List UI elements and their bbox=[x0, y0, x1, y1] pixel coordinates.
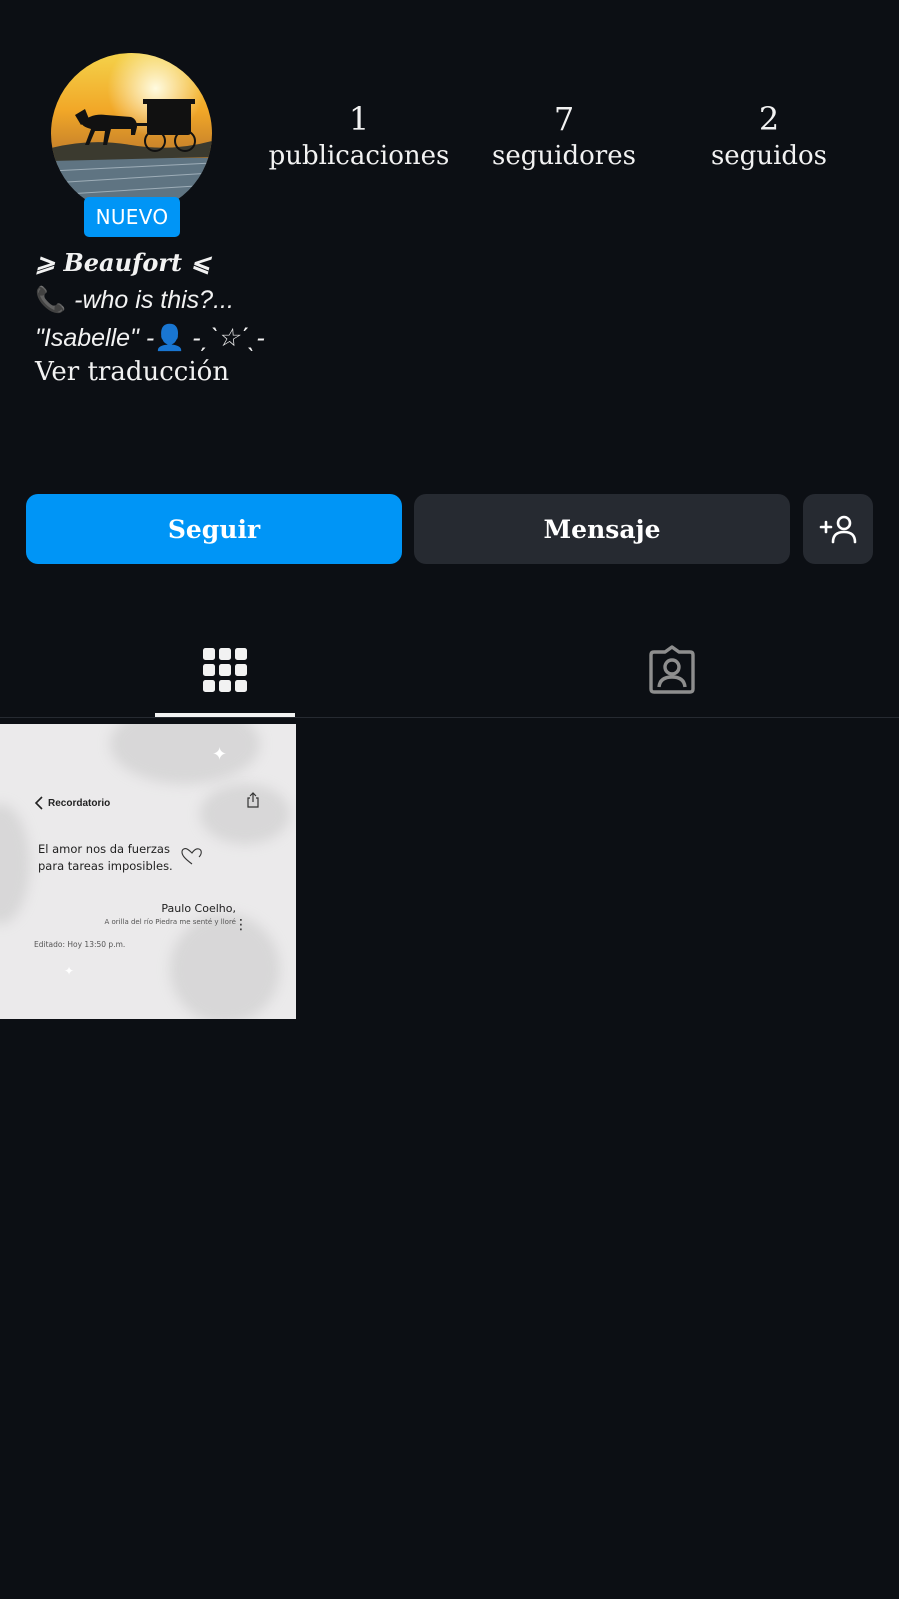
add-person-icon bbox=[819, 515, 857, 544]
tab-posts-grid[interactable] bbox=[155, 630, 295, 710]
tagged-person-icon bbox=[649, 645, 695, 694]
stat-posts-label: publicaciones bbox=[268, 141, 450, 171]
sparkle-icon: ✦ bbox=[212, 744, 228, 765]
person-icon: 👤 bbox=[154, 324, 186, 352]
phone-icon: 📞 bbox=[35, 286, 67, 314]
see-translation-link[interactable]: Ver traducción bbox=[35, 354, 229, 390]
post-edited: Editado: Hoy 13:50 p.m. bbox=[34, 940, 126, 949]
post-quote-line-2: para tareas imposibles. bbox=[38, 859, 173, 873]
stat-posts[interactable]: 1 publicaciones bbox=[264, 100, 454, 174]
profile-name: ⩾ 𝑩𝒆𝒂𝒖𝒇𝒐𝒓𝒕 ⩽ bbox=[35, 248, 211, 277]
suggested-people-button[interactable] bbox=[803, 494, 873, 564]
leaf-shadow bbox=[0, 804, 30, 924]
post-header-title: Recordatorio bbox=[48, 797, 111, 809]
post-quote: El amor nos da fuerzas para tareas impos… bbox=[38, 841, 173, 875]
tab-tagged[interactable] bbox=[602, 630, 742, 710]
new-badge: NUEVO bbox=[84, 197, 180, 237]
post-note-card: Recordatorio El amor nos da fuerzas para… bbox=[28, 776, 268, 972]
post-thumbnail[interactable]: ✦ ✦ Recordatorio El amor nos da fuerzas … bbox=[0, 724, 296, 1019]
bio-line-2: "Isabelle" -👤 -ˏˋ☆ˊˎ- bbox=[35, 320, 265, 356]
leaf-shadow bbox=[110, 724, 260, 784]
stat-following-count: 2 bbox=[758, 100, 780, 138]
profile-avatar[interactable] bbox=[51, 53, 212, 214]
more-options-icon: ⋮ bbox=[234, 917, 248, 933]
share-icon bbox=[247, 792, 259, 808]
post-author: Paulo Coelho, bbox=[161, 902, 236, 915]
follow-button[interactable]: Seguir bbox=[26, 494, 402, 564]
bio-line-2-prefix: "Isabelle" - bbox=[35, 324, 155, 352]
post-book: A orilla del río Piedra me senté y lloré bbox=[104, 918, 236, 926]
bio-line-1-text: -who is this?... bbox=[74, 286, 234, 314]
bio-line-2-suffix: -ˏˋ☆ˊˎ- bbox=[185, 324, 265, 352]
stat-following[interactable]: 2 seguidos bbox=[674, 100, 864, 174]
message-button[interactable]: Mensaje bbox=[414, 494, 790, 564]
post-quote-line-1: El amor nos da fuerzas bbox=[38, 842, 170, 856]
tab-divider bbox=[0, 717, 899, 718]
stat-followers[interactable]: 7 seguidores bbox=[469, 100, 659, 174]
bio-line-1: 📞 -who is this?... bbox=[35, 282, 234, 318]
stat-posts-count: 1 bbox=[348, 100, 370, 138]
heart-icon bbox=[181, 848, 202, 865]
grid-icon bbox=[203, 648, 247, 692]
stat-following-label: seguidos bbox=[710, 141, 828, 171]
stat-followers-label: seguidores bbox=[492, 141, 636, 171]
back-chevron-icon bbox=[34, 796, 43, 810]
stat-followers-count: 7 bbox=[553, 100, 575, 138]
post-header: Recordatorio bbox=[34, 796, 110, 810]
avatar-image bbox=[51, 53, 212, 214]
